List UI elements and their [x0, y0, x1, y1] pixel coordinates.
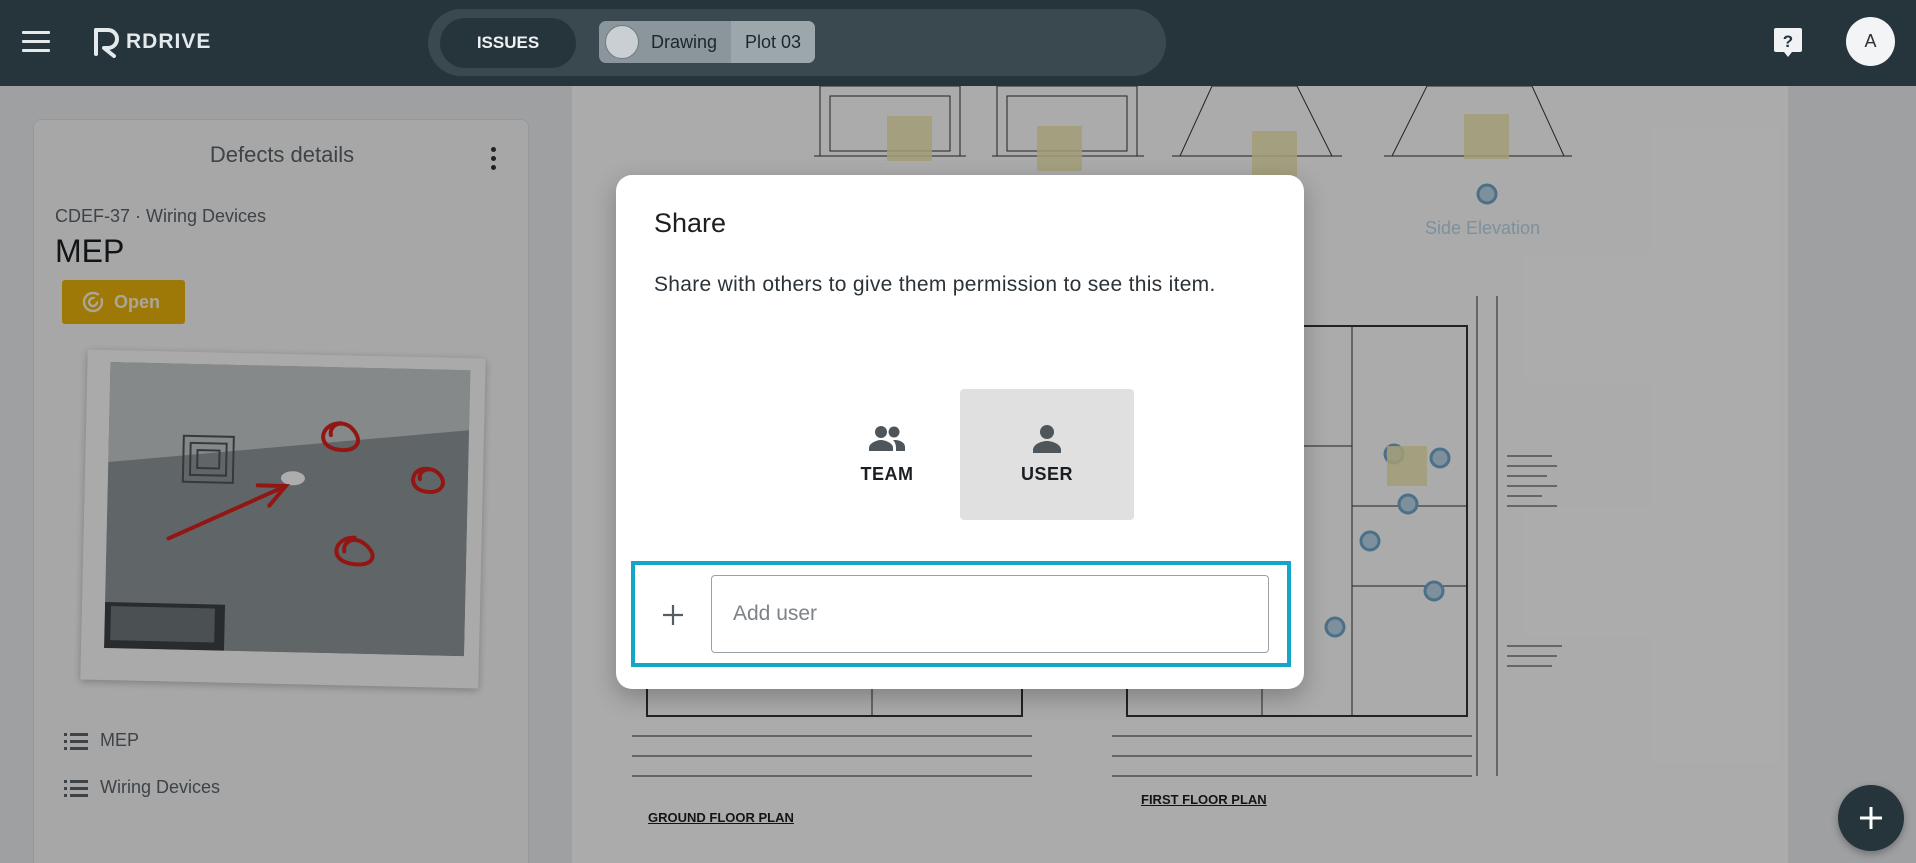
plus-icon	[1860, 807, 1882, 829]
dialog-description: Share with others to give them permissio…	[654, 273, 1216, 296]
menu-icon[interactable]	[22, 31, 54, 55]
issues-button[interactable]: ISSUES	[440, 18, 576, 68]
person-icon	[1033, 425, 1061, 453]
add-user-row	[631, 561, 1291, 667]
top-navigation: ISSUES Drawing Plot 03	[428, 9, 1166, 76]
share-dialog: Share Share with others to give them per…	[616, 175, 1304, 689]
breadcrumb-plot[interactable]: Plot 03	[731, 21, 816, 63]
add-defect-button[interactable]	[1838, 785, 1904, 851]
brand-logo[interactable]: RDRIVE	[92, 24, 211, 60]
user-option-label: USER	[1020, 464, 1073, 484]
share-with-team-option[interactable]: TEAM	[800, 389, 974, 520]
avatar[interactable]: A	[1846, 17, 1895, 66]
group-icon	[869, 426, 905, 451]
plus-icon	[663, 605, 683, 625]
share-with-user-option[interactable]: USER	[960, 389, 1134, 520]
top-bar: RDRIVE ISSUES Drawing Plot 03 ? A	[0, 0, 1916, 86]
add-user-button[interactable]	[655, 597, 691, 633]
brand-mark-icon	[94, 28, 119, 58]
drawing-thumbnail	[605, 25, 639, 59]
svg-text:?: ?	[1783, 32, 1793, 51]
brand-name: RDRIVE	[126, 30, 212, 53]
breadcrumb: Drawing Plot 03	[599, 21, 816, 63]
breadcrumb-drawing[interactable]: Drawing	[599, 21, 731, 63]
team-option-label: TEAM	[860, 464, 914, 484]
breadcrumb-drawing-label: Drawing	[651, 31, 718, 52]
help-icon[interactable]: ?	[1773, 26, 1803, 58]
add-user-input[interactable]	[711, 575, 1269, 653]
dialog-title: Share	[654, 208, 727, 238]
